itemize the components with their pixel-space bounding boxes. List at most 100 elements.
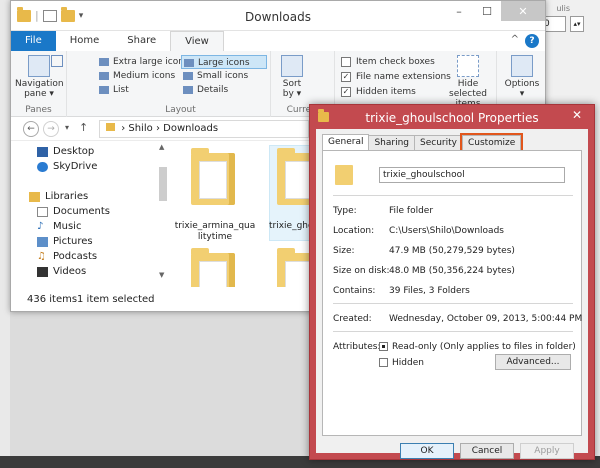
file-name[interactable]: trixie_gho bbox=[269, 221, 309, 232]
background-label: ulis bbox=[556, 4, 570, 13]
sort-by-button[interactable]: Sort by ▾ bbox=[277, 55, 307, 99]
hide-selected-label: Hide selected bbox=[449, 79, 487, 99]
nav-item-label: Podcasts bbox=[53, 251, 98, 262]
back-button[interactable]: ← bbox=[23, 121, 39, 137]
nav-item-skydrive[interactable]: SkyDrive bbox=[37, 160, 97, 174]
file-name[interactable]: trixie_armina_qua litytime bbox=[173, 221, 257, 243]
skydrive-icon bbox=[37, 162, 48, 172]
checkbox-checked[interactable]: ✓ bbox=[341, 87, 351, 97]
tab-sharing[interactable]: Sharing bbox=[368, 135, 416, 151]
ribbon-tabs: File Home Share View ^ ? bbox=[11, 31, 545, 51]
row-label: Size on disk: bbox=[333, 266, 390, 276]
sort-label-2: by ▾ bbox=[282, 89, 302, 99]
file-name-extensions-toggle[interactable]: ✓ File name extensions bbox=[341, 70, 451, 84]
options-button[interactable]: Options ▾ bbox=[503, 55, 541, 99]
folder-icon[interactable] bbox=[277, 148, 309, 205]
layout-list[interactable]: List bbox=[97, 83, 179, 97]
divider bbox=[333, 331, 573, 332]
options-label: Options bbox=[504, 79, 540, 89]
tab-file[interactable]: File bbox=[11, 31, 56, 51]
row-value: 48.0 MB (50,356,224 bytes) bbox=[389, 266, 515, 276]
tab-view[interactable]: View bbox=[170, 31, 224, 51]
nav-item-podcasts[interactable]: ♫ Podcasts bbox=[37, 250, 97, 264]
tab-customize[interactable]: Customize bbox=[459, 133, 524, 153]
layout-details[interactable]: Details bbox=[181, 83, 267, 97]
help-icon[interactable]: ? bbox=[525, 34, 539, 48]
navigation-pane-icon bbox=[28, 55, 50, 77]
folder-icon[interactable] bbox=[191, 248, 235, 287]
properties-dialog: trixie_ghoulschool Properties ✕ General … bbox=[309, 104, 595, 460]
nav-item-videos[interactable]: Videos bbox=[37, 265, 86, 279]
row-label: Type: bbox=[333, 206, 357, 216]
layout-extra-large-icons[interactable]: Extra large icons bbox=[97, 55, 189, 69]
tab-security[interactable]: Security bbox=[414, 135, 463, 151]
general-panel: trixie_ghoulschool Type: File folder Loca… bbox=[322, 150, 582, 436]
tab-home[interactable]: Home bbox=[56, 31, 114, 51]
folder-icon[interactable] bbox=[191, 148, 235, 205]
breadcrumb-downloads[interactable]: Downloads bbox=[163, 123, 218, 134]
nav-item-label: Pictures bbox=[53, 236, 93, 247]
navigation-scrollbar[interactable]: ▲ ▼ bbox=[157, 141, 169, 281]
address-bar[interactable]: › Shilo › Downloads bbox=[99, 120, 309, 138]
desktop-icon bbox=[37, 147, 48, 157]
nav-item-pictures[interactable]: Pictures bbox=[37, 235, 93, 249]
nav-item-desktop[interactable]: Desktop bbox=[37, 145, 94, 159]
tab-share[interactable]: Share bbox=[113, 31, 170, 51]
hidden-items-toggle[interactable]: ✓ Hidden items bbox=[341, 85, 416, 99]
selected-count: 1 item selected bbox=[77, 294, 155, 305]
nav-item-documents[interactable]: Documents bbox=[37, 205, 110, 219]
recent-locations-icon[interactable]: ▾ bbox=[65, 123, 69, 132]
tab-general[interactable]: General bbox=[322, 134, 370, 151]
documents-icon bbox=[37, 207, 48, 217]
title-bar: | ▾ Downloads – ☐ ✕ bbox=[11, 1, 545, 31]
hide-selected-items-button[interactable]: Hide selected items bbox=[441, 55, 495, 109]
apply-button[interactable]: Apply bbox=[520, 443, 574, 459]
breadcrumb-separator: › bbox=[155, 123, 160, 134]
group-label-panes: Panes bbox=[25, 105, 52, 115]
nav-item-libraries[interactable]: Libraries bbox=[29, 190, 88, 204]
nav-item-label: Desktop bbox=[53, 146, 95, 157]
hidden-checkbox[interactable]: Hidden bbox=[379, 357, 424, 369]
forward-button[interactable]: → bbox=[43, 121, 59, 137]
up-button[interactable]: ↑ bbox=[79, 121, 88, 134]
minimize-button[interactable]: – bbox=[445, 1, 473, 21]
row-label: Location: bbox=[333, 226, 375, 236]
advanced-button[interactable]: Advanced... bbox=[495, 354, 571, 370]
sort-icon bbox=[281, 55, 303, 77]
close-button[interactable]: ✕ bbox=[501, 1, 545, 21]
breadcrumb-shilo[interactable]: Shilo bbox=[128, 123, 152, 134]
background-spinner[interactable]: ▴▾ bbox=[570, 16, 584, 32]
dialog-close-button[interactable]: ✕ bbox=[564, 107, 590, 123]
layout-large-icons[interactable]: Large icons bbox=[181, 55, 267, 69]
minimize-ribbon-icon[interactable]: ^ bbox=[511, 34, 519, 45]
navigation-pane-label: Navigation bbox=[15, 79, 64, 89]
checkbox-checked[interactable]: ✓ bbox=[341, 72, 351, 82]
folder-name-input[interactable]: trixie_ghoulschool bbox=[379, 167, 565, 183]
dialog-title-bar: trixie_ghoulschool Properties ✕ bbox=[310, 105, 594, 129]
nav-item-label: Documents bbox=[53, 206, 111, 217]
folder-icon[interactable] bbox=[277, 248, 309, 287]
cancel-button[interactable]: Cancel bbox=[460, 443, 514, 459]
libraries-icon bbox=[29, 192, 40, 202]
scroll-up-icon[interactable]: ▲ bbox=[159, 143, 164, 151]
scroll-down-icon[interactable]: ▼ bbox=[159, 271, 164, 279]
layout-small-icons[interactable]: Small icons bbox=[181, 69, 267, 83]
music-icon: ♪ bbox=[37, 221, 44, 232]
scrollbar-thumb[interactable] bbox=[159, 167, 167, 201]
group-label-layout: Layout bbox=[165, 105, 196, 115]
checkbox-indeterminate[interactable] bbox=[379, 342, 388, 351]
nav-item-label: SkyDrive bbox=[53, 161, 98, 172]
nav-item-label: Libraries bbox=[45, 191, 89, 202]
nav-item-music[interactable]: ♪ Music bbox=[37, 220, 81, 234]
item-check-boxes-toggle[interactable]: Item check boxes bbox=[341, 55, 435, 69]
checkbox[interactable] bbox=[341, 57, 351, 67]
readonly-checkbox[interactable]: Read-only (Only applies to files in fold… bbox=[379, 341, 576, 353]
pictures-icon bbox=[37, 237, 48, 247]
row-value: File folder bbox=[389, 206, 434, 216]
ok-button[interactable]: OK bbox=[400, 443, 454, 459]
preview-pane-icon[interactable] bbox=[51, 55, 63, 67]
maximize-button[interactable]: ☐ bbox=[473, 1, 501, 21]
layout-medium-icons[interactable]: Medium icons bbox=[97, 69, 179, 83]
window-controls: – ☐ ✕ bbox=[445, 1, 545, 21]
checkbox[interactable] bbox=[379, 358, 388, 367]
